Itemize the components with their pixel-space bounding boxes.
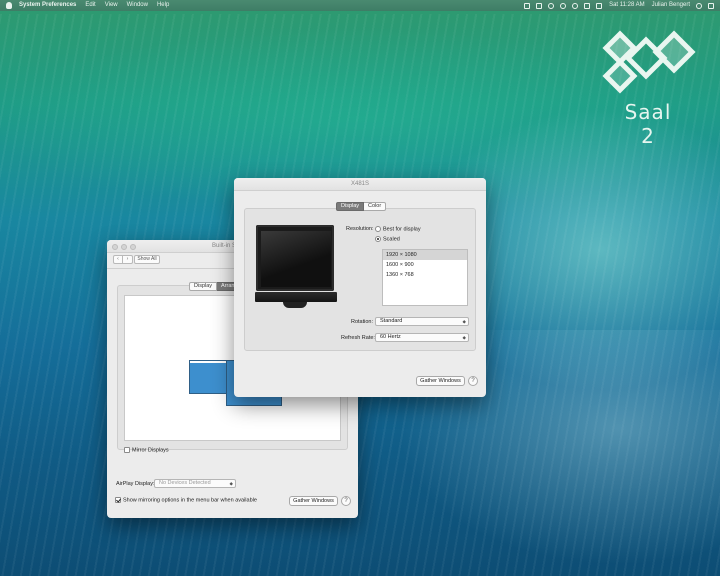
popup-arrows-icon: ◆ xyxy=(462,335,466,340)
display-status-icon[interactable] xyxy=(536,2,543,9)
mirror-displays-checkbox[interactable] xyxy=(124,447,130,453)
show-all-button[interactable]: Show All xyxy=(134,255,160,264)
airplay-popup[interactable]: No Devices Detected ◆ xyxy=(154,479,236,488)
bluetooth-icon[interactable] xyxy=(560,2,567,9)
back-button[interactable]: ‹ xyxy=(113,255,123,264)
saal-logo: Saal 2 xyxy=(598,28,698,148)
saal-logo-mark-icon xyxy=(602,30,696,94)
show-mirroring-label: Show mirroring options in the menu bar w… xyxy=(123,497,257,504)
apple-menu-icon[interactable] xyxy=(6,2,12,9)
resolution-row[interactable]: 1360 × 768 xyxy=(383,270,467,280)
builtin-help-button[interactable]: ? xyxy=(341,496,351,506)
rotation-popup[interactable]: Standard ◆ xyxy=(375,317,469,326)
refresh-rate-label: Refresh Rate: xyxy=(341,335,375,341)
rotation-label: Rotation: xyxy=(351,319,374,325)
volume-icon[interactable] xyxy=(584,2,591,9)
x481s-window: X481S Display Color Resolution: Best for… xyxy=(234,178,486,397)
rotation-value: Standard xyxy=(380,318,403,324)
menu-bar: System Preferences Edit View Window Help… xyxy=(0,0,720,11)
builtin-gather-windows-button[interactable]: Gather Windows xyxy=(289,496,338,506)
menu-view[interactable]: View xyxy=(105,0,118,11)
menu-help[interactable]: Help xyxy=(157,0,169,11)
menu-edit[interactable]: Edit xyxy=(85,0,95,11)
x481s-help-button[interactable]: ? xyxy=(468,376,478,386)
tab-color[interactable]: Color xyxy=(364,202,387,211)
builtin-display-rect[interactable] xyxy=(189,360,227,394)
refresh-rate-value: 60 Hertz xyxy=(380,334,401,340)
minimize-icon[interactable] xyxy=(121,244,127,250)
tab-display[interactable]: Display xyxy=(189,282,218,291)
monitor-bezel xyxy=(256,225,334,291)
resolution-list[interactable]: 1920 × 1080 1600 × 900 1360 × 768 xyxy=(382,249,468,306)
tab-display[interactable]: Display xyxy=(336,202,365,211)
best-for-display-option[interactable]: Best for display xyxy=(375,226,421,232)
x481s-titlebar[interactable]: X481S xyxy=(234,178,486,191)
x481s-tab-bar: Display Color xyxy=(336,202,387,211)
scaled-radio[interactable] xyxy=(375,236,381,242)
mirror-displays-row[interactable]: Mirror Displays xyxy=(124,447,169,453)
resolution-label: Resolution: xyxy=(346,226,374,232)
monitor-speaker-base xyxy=(255,292,337,302)
resolution-row[interactable]: 1920 × 1080 xyxy=(383,250,467,260)
refresh-rate-popup[interactable]: 60 Hertz ◆ xyxy=(375,333,469,342)
popup-arrows-icon: ◆ xyxy=(462,319,466,324)
zoom-icon[interactable] xyxy=(130,244,136,250)
document-status-icon[interactable] xyxy=(524,2,531,9)
show-mirroring-checkbox[interactable] xyxy=(115,497,121,503)
menu-window[interactable]: Window xyxy=(127,0,148,11)
best-for-display-radio[interactable] xyxy=(375,226,381,232)
scaled-option[interactable]: Scaled xyxy=(375,236,400,242)
time-machine-icon[interactable] xyxy=(548,2,555,9)
show-mirroring-row[interactable]: Show mirroring options in the menu bar w… xyxy=(115,497,257,503)
menubar-user[interactable]: Julian Bengert xyxy=(652,0,690,11)
spotlight-icon[interactable] xyxy=(696,2,702,9)
battery-icon[interactable] xyxy=(596,2,603,9)
logo-text: Saal 2 xyxy=(624,100,672,148)
airplay-value: No Devices Detected xyxy=(159,480,211,486)
builtin-window-title: Built-in S xyxy=(212,243,237,249)
notification-center-icon[interactable] xyxy=(708,2,714,9)
resolution-row[interactable]: 1600 × 900 xyxy=(383,260,467,270)
menubar-clock[interactable]: Sat 11:28 AM xyxy=(609,0,645,11)
scaled-label: Scaled xyxy=(383,236,400,243)
monitor-illustration xyxy=(255,223,337,313)
monitor-stand xyxy=(283,302,307,308)
monitor-screen xyxy=(261,231,331,287)
menu-app-name[interactable]: System Preferences xyxy=(19,0,76,11)
airplay-label: AirPlay Display: xyxy=(116,481,155,487)
nav-buttons: ‹ › xyxy=(113,255,133,264)
x481s-gather-windows-button[interactable]: Gather Windows xyxy=(416,376,465,386)
close-icon[interactable] xyxy=(112,244,118,250)
wifi-icon[interactable] xyxy=(572,2,579,9)
x481s-window-title: X481S xyxy=(350,181,369,187)
best-for-display-label: Best for display xyxy=(383,226,421,233)
mirror-displays-label: Mirror Displays xyxy=(132,447,169,454)
forward-button[interactable]: › xyxy=(123,255,133,264)
popup-arrows-icon: ◆ xyxy=(229,481,233,486)
menubar-strip[interactable] xyxy=(190,361,226,363)
